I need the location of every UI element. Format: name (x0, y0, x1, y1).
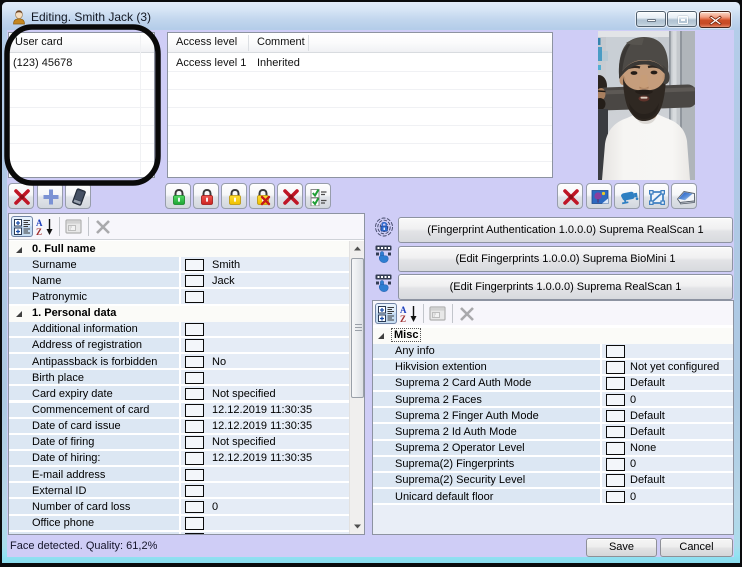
svg-text:Z: Z (36, 227, 42, 236)
svg-text:Z: Z (400, 314, 406, 323)
